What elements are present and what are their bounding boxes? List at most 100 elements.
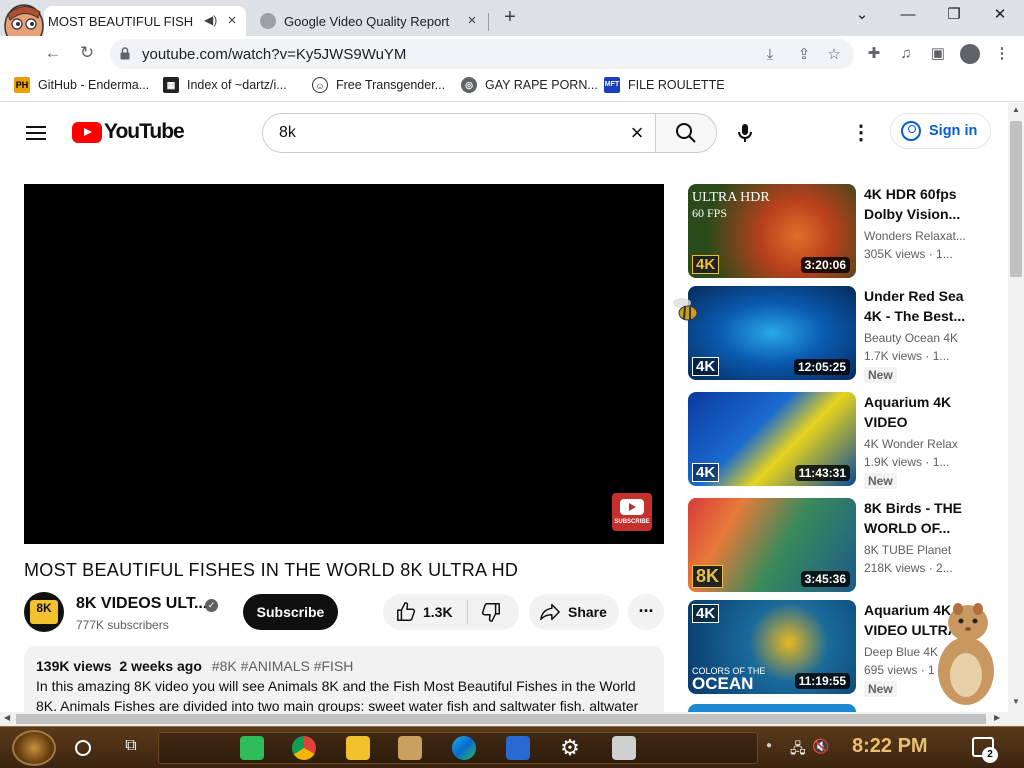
video-duration: 11:19:55 [794,673,850,689]
search-input[interactable]: 8k × [262,113,656,153]
tab-active[interactable]: MOST BEAUTIFUL FISHES IN THE WORLD 8K UL… [44,6,246,36]
cortana-icon[interactable] [75,740,91,756]
tray-chevron-icon[interactable]: ● [766,740,772,751]
sign-in-button[interactable]: Sign in [890,113,991,149]
volume-muted-icon[interactable]: 🔇 [812,738,829,755]
related-video[interactable]: 8K 3:45:36 8K Birds - THE WORLD OF... 8K… [688,498,998,592]
close-window-icon[interactable]: ✕ [986,4,1014,26]
voice-search-button[interactable] [733,121,757,145]
tab-search-icon[interactable]: ⌄ [848,4,876,26]
related-channel[interactable]: Beauty Ocean 4K [864,331,974,345]
share-button[interactable]: Share [529,594,619,630]
youtube-logo[interactable]: YouTube [72,120,185,144]
related-channel[interactable]: 4K Wonder Relax [864,437,974,451]
subscribe-button[interactable]: Subscribe [243,594,338,630]
chrome-icon[interactable] [292,736,316,760]
search-button[interactable] [655,113,717,153]
url-text: youtube.com/watch?v=Ky5JWS9WuYM [142,46,407,63]
related-video-partial[interactable] [688,704,856,712]
scroll-left-icon[interactable]: ◀ [4,713,10,722]
bookmark-free[interactable]: ☺ Free Transgender... [312,77,445,93]
close-icon[interactable]: × [224,13,240,29]
extensions-icon[interactable]: ✚ [864,44,884,64]
side-panel-icon[interactable]: ▣ [928,44,948,64]
youtube-play-icon [620,499,644,515]
bookmark-file-roulette[interactable]: MFT FILE ROULETTE [604,77,725,93]
lock-icon[interactable] [120,47,130,60]
globe-icon: ◎ [461,77,477,93]
close-icon[interactable]: × [464,13,480,29]
bookmark-github[interactable]: PH GitHub - Enderma... [14,77,149,93]
new-tab-button[interactable]: + [498,6,522,30]
related-video[interactable]: 4K 12:05:25 Under Red Sea 4K - The Best.… [688,286,998,383]
clock[interactable]: 8:22 PM [852,735,928,758]
related-channel[interactable]: 8K TUBE Planet [864,543,974,557]
scroll-down-icon[interactable]: ▼ [1012,697,1020,706]
minimize-icon[interactable]: — [894,4,922,26]
task-view-icon[interactable]: ⧉ [120,737,142,757]
related-title[interactable]: Under Red Sea 4K - The Best... [864,286,974,326]
back-icon[interactable]: ← [40,40,66,66]
file-explorer-icon[interactable] [346,736,370,760]
guide-menu-icon[interactable] [24,121,48,145]
scroll-up-icon[interactable]: ▲ [1012,105,1020,114]
bookmark-globe[interactable]: ◎ GAY RAPE PORN... [461,77,598,93]
speaker-icon[interactable]: ◀) [204,13,217,27]
description-text: In this amazing 8K video you will see An… [36,678,639,712]
settings-gear-icon[interactable]: ⚙ [558,736,582,760]
related-video[interactable]: ULTRA HDR 60 FPS 4K 3:20:06 4K HDR 60fps… [688,184,998,278]
edge-icon[interactable] [452,736,476,760]
related-title[interactable]: 4K HDR 60fps Dolby Vision... [864,184,974,224]
tab-video-quality[interactable]: Google Video Quality Report × [252,6,488,36]
hashtags[interactable]: #8K #ANIMALS #FISH [212,658,354,674]
description-box[interactable]: 139K views 2 weeks ago #8K #ANIMALS #FIS… [24,646,664,712]
video-player[interactable]: SUBSCRIBE [24,184,664,544]
sticky-app-icon[interactable] [612,736,636,760]
tab-divider [488,13,489,31]
search-query[interactable]: 8k [279,124,296,142]
thumbs-up-icon [397,602,416,621]
related-video[interactable]: 4K 11:43:31 Aquarium 4K VIDEO (ULTRA... … [688,392,998,489]
share-arrow-icon [540,603,560,621]
network-icon[interactable]: 🖧 [790,738,806,762]
bookmark-label: Index of ~dartz/i... [187,78,287,92]
video-thumbnail[interactable]: 4K 12:05:25 [688,286,856,380]
bookmark-index[interactable]: ▦ Index of ~dartz/i... [163,77,287,93]
media-control-icon[interactable]: ♫ [896,44,916,64]
dislike-button[interactable] [468,594,519,630]
channel-avatar[interactable]: 8K [24,592,64,632]
related-channel[interactable]: Wonders Relaxat... [864,229,974,243]
video-thumbnail[interactable]: 8K 3:45:36 [688,498,856,592]
subscribe-watermark[interactable]: SUBSCRIBE [612,493,652,531]
like-button[interactable]: 1.3K [383,594,467,630]
resolution-badge: 8K [692,565,724,588]
video-thumbnail[interactable]: 4K 11:43:31 [688,392,856,486]
channel-name[interactable]: 8K VIDEOS ULT... [76,595,207,613]
vertical-scroll-thumb[interactable] [1010,121,1022,277]
start-button[interactable] [12,730,56,766]
video-thumbnail[interactable]: 4K COLORS OF THE OCEAN 11:19:55 [688,600,856,694]
video-thumbnail[interactable]: ULTRA HDR 60 FPS 4K 3:20:06 [688,184,856,278]
video-title: MOST BEAUTIFUL FISHES IN THE WORLD 8K UL… [24,560,519,580]
spotify-icon[interactable] [240,736,264,760]
bookmark-label: GAY RAPE PORN... [485,78,598,92]
clear-search-icon[interactable]: × [625,121,649,145]
bookmark-star-icon[interactable]: ☆ [824,45,844,65]
horizontal-scroll-thumb[interactable] [16,714,986,724]
photo-app-icon[interactable] [398,736,422,760]
more-actions-button[interactable]: ··· [628,594,664,630]
address-bar[interactable]: youtube.com/watch?v=Ky5JWS9WuYM ⤓ ⇪ ☆ [110,39,854,69]
scroll-right-icon[interactable]: ▶ [994,713,1000,722]
screen-app-icon[interactable] [506,736,530,760]
related-views: 305K views · 1... [864,247,953,261]
restore-icon[interactable]: ❐ [940,4,968,26]
profile-icon[interactable] [960,44,980,64]
video-duration: 11:43:31 [794,465,850,481]
install-icon[interactable]: ⤓ [760,45,780,65]
reload-icon[interactable]: ↻ [74,40,100,66]
settings-more-icon[interactable]: ⋮ [849,121,873,145]
related-title[interactable]: Aquarium 4K VIDEO (ULTRA... [864,392,974,432]
share-page-icon[interactable]: ⇪ [794,45,814,65]
related-title[interactable]: 8K Birds - THE WORLD OF... [864,498,974,538]
chrome-menu-icon[interactable]: ⋮ [992,44,1012,64]
